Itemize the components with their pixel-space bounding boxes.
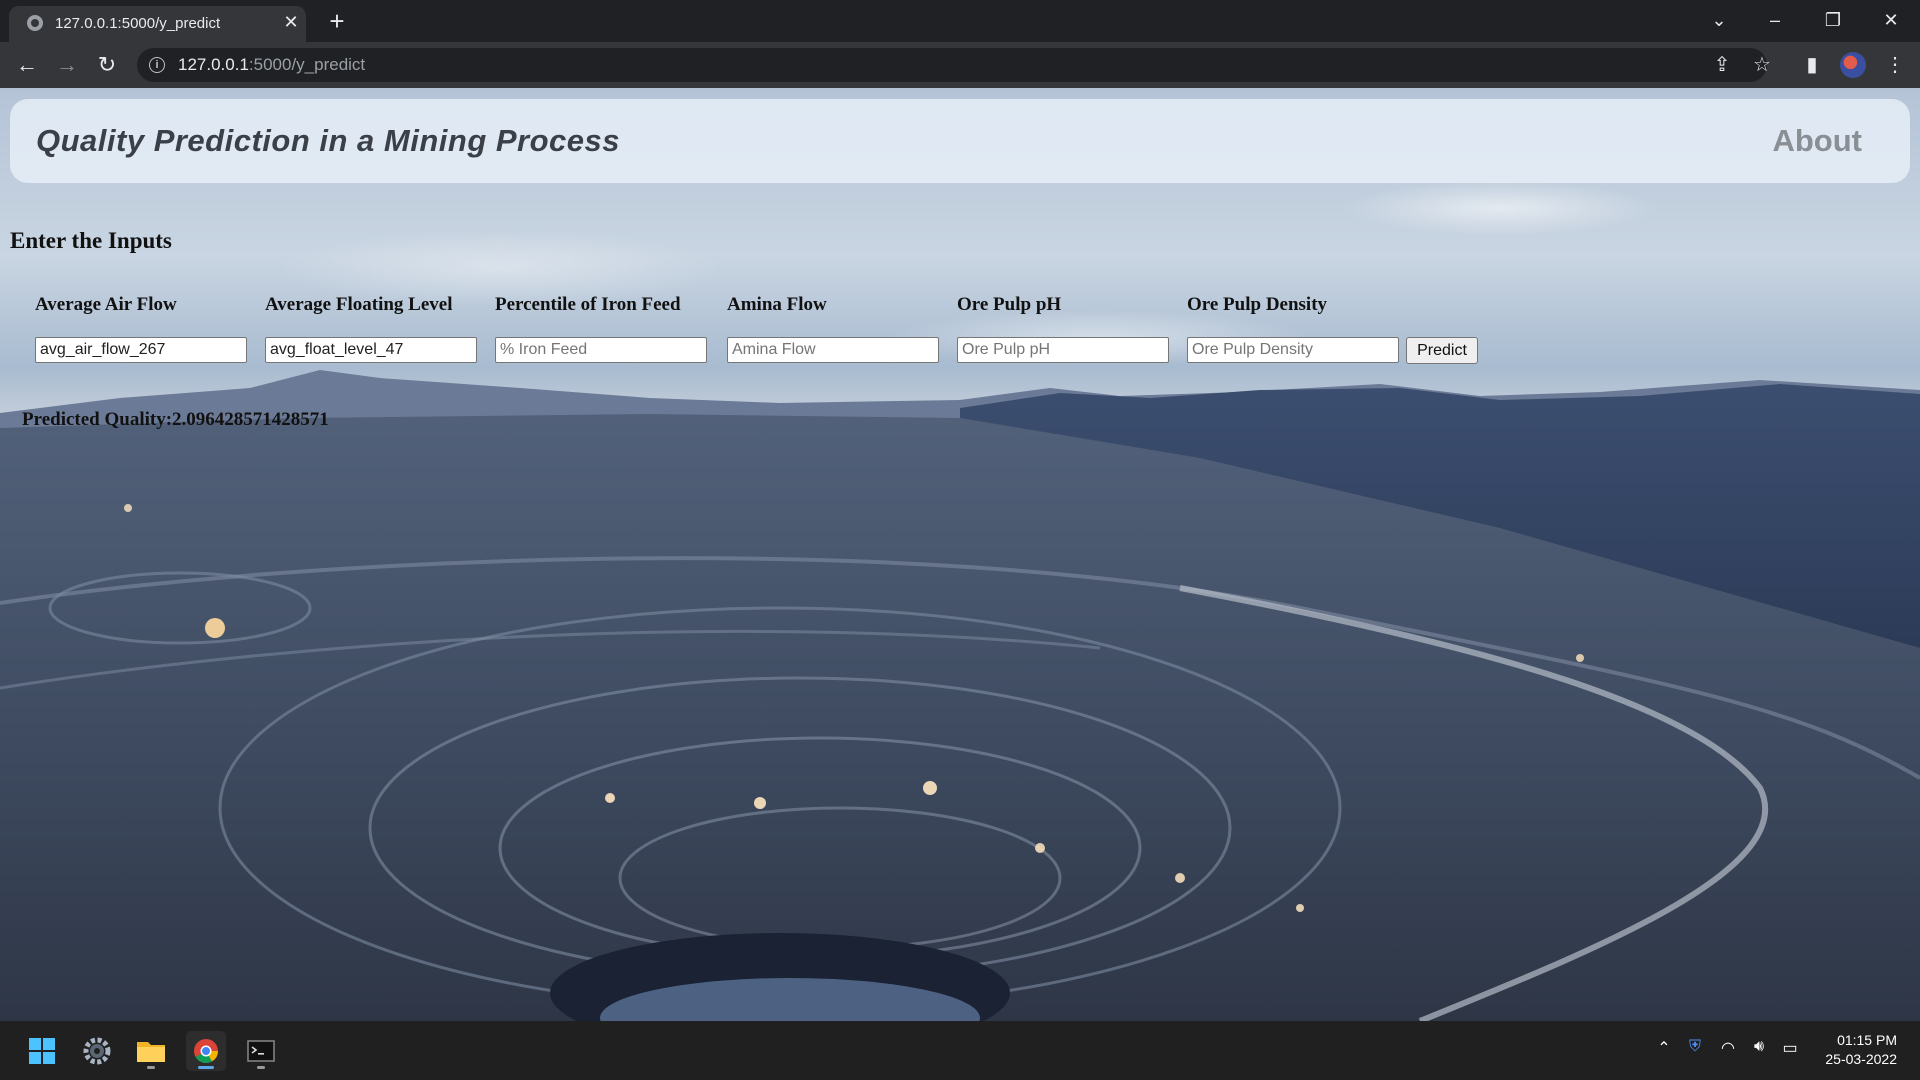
page-viewport: Quality Prediction in a Mining Process A… xyxy=(0,88,1920,1021)
label-amina-flow: Amina Flow xyxy=(727,294,827,315)
side-panel-icon[interactable]: ▮ xyxy=(1797,50,1827,80)
windows-logo-icon xyxy=(29,1038,55,1064)
forward-button[interactable]: → xyxy=(52,50,82,80)
average-air-flow-input[interactable] xyxy=(35,337,247,363)
average-floating-level-input[interactable] xyxy=(265,337,477,363)
label-average-floating-level: Average Floating Level xyxy=(265,294,453,315)
taskbar: ⌃ ⛨ ◠ 🔊︎ ▭ 01:15 PM 25-03-2022 xyxy=(0,1021,1920,1080)
volume-icon[interactable]: 🔊︎ xyxy=(1748,1038,1770,1056)
share-icon[interactable]: ⇪ xyxy=(1707,50,1737,80)
label-average-air-flow: Average Air Flow xyxy=(35,294,177,315)
about-link[interactable]: About xyxy=(1772,123,1862,159)
ore-pulp-ph-input[interactable] xyxy=(957,337,1169,363)
running-indicator xyxy=(198,1066,214,1069)
menu-dots-icon[interactable]: ⋮ xyxy=(1880,50,1910,80)
settings-app-button[interactable] xyxy=(77,1031,117,1071)
close-window-button[interactable]: ✕ xyxy=(1871,4,1911,36)
chrome-icon xyxy=(194,1039,218,1064)
site-info-icon[interactable]: i xyxy=(149,57,165,73)
running-indicator xyxy=(257,1066,265,1069)
wifi-icon[interactable]: ◠ xyxy=(1717,1038,1739,1058)
predict-button[interactable]: Predict xyxy=(1406,337,1478,364)
predicted-quality-result: Predicted Quality:2.096428571428571 xyxy=(22,409,329,430)
back-button[interactable]: ← xyxy=(12,50,42,80)
globe-icon xyxy=(27,15,43,31)
show-hidden-icons-icon[interactable]: ⌃ xyxy=(1653,1038,1675,1058)
new-tab-button[interactable]: + xyxy=(323,8,351,36)
browser-tab-strip: 127.0.0.1:5000/y_predict ✕ + ⌄ – ❐ ✕ xyxy=(0,0,1920,42)
clock-time: 01:15 PM xyxy=(1837,1032,1897,1048)
terminal-app-button[interactable] xyxy=(241,1031,281,1071)
start-button[interactable] xyxy=(22,1031,62,1071)
label-ore-pulp-ph: Ore Pulp pH xyxy=(957,294,1062,315)
open-pit-mine-background xyxy=(0,370,1920,1021)
reload-button[interactable]: ↻ xyxy=(92,50,122,80)
profile-avatar[interactable] xyxy=(1840,52,1866,78)
chrome-app-button[interactable] xyxy=(186,1031,226,1071)
security-shield-icon[interactable]: ⛨ xyxy=(1684,1038,1706,1056)
tab-title: 127.0.0.1:5000/y_predict xyxy=(55,15,221,32)
clock-date: 25-03-2022 xyxy=(1825,1051,1897,1067)
site-header: Quality Prediction in a Mining Process A… xyxy=(10,99,1910,183)
iron-feed-input[interactable] xyxy=(495,337,707,363)
address-bar[interactable]: i 127.0.0.1:5000/y_predict xyxy=(137,48,1767,82)
label-percentile-iron-feed: Percentile of Iron Feed xyxy=(495,294,681,315)
site-title: Quality Prediction in a Mining Process xyxy=(36,123,621,158)
section-heading: Enter the Inputs xyxy=(10,228,172,253)
close-tab-icon[interactable]: ✕ xyxy=(281,12,301,32)
bookmark-star-icon[interactable]: ☆ xyxy=(1747,50,1777,80)
label-ore-pulp-density: Ore Pulp Density xyxy=(1187,294,1328,315)
file-explorer-button[interactable] xyxy=(131,1031,171,1071)
browser-tab[interactable]: 127.0.0.1:5000/y_predict ✕ xyxy=(9,6,306,42)
running-indicator xyxy=(147,1066,155,1069)
battery-icon[interactable]: ▭ xyxy=(1779,1038,1801,1058)
ore-pulp-density-input[interactable] xyxy=(1187,337,1399,363)
amina-flow-input[interactable] xyxy=(727,337,939,363)
restore-button[interactable]: ❐ xyxy=(1813,4,1853,36)
url-text: 127.0.0.1:5000/y_predict xyxy=(178,55,366,74)
browser-toolbar: ← → ↻ i 127.0.0.1:5000/y_predict ⇪ ☆ ▮ ⋮ xyxy=(0,42,1920,88)
system-clock[interactable]: 01:15 PM 25-03-2022 xyxy=(1825,1031,1897,1069)
terminal-icon xyxy=(247,1040,275,1062)
tab-search-icon[interactable]: ⌄ xyxy=(1699,4,1739,36)
gear-icon xyxy=(83,1037,111,1065)
minimize-button[interactable]: – xyxy=(1755,4,1795,36)
folder-icon xyxy=(137,1042,165,1062)
